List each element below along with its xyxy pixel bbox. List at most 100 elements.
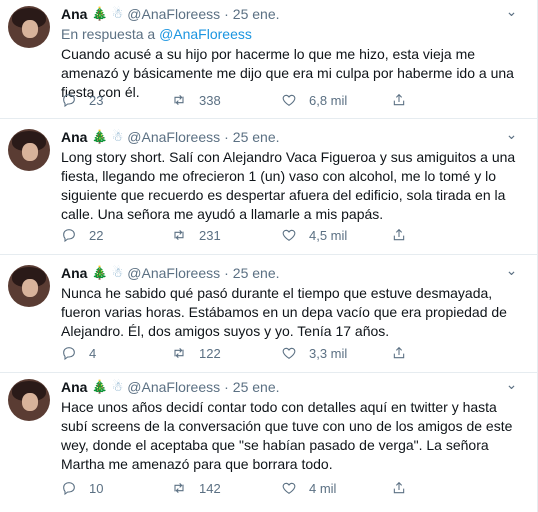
reply-count: 23 [89,92,104,108]
like-count: 6,8 mil [309,92,348,108]
reply-button[interactable]: 23 [61,92,171,108]
retweet-count: 122 [199,345,221,361]
tweet-body: Ana 🎄 ☃ @AnaFloreess · 25 ene. Hace unos… [61,378,522,474]
tweet-date[interactable]: 25 ene. [233,5,280,23]
snowman-icon: ☃ [111,265,124,280]
separator-dot: · [224,379,229,395]
tweet-actions: 22 231 4,5 mil [61,225,407,245]
more-options-icon[interactable]: ⌄ [502,377,522,391]
tweet-date[interactable]: 25 ene. [233,378,280,396]
display-name[interactable]: Ana [61,128,87,146]
retweet-count: 142 [199,480,221,496]
display-name[interactable]: Ana [61,264,87,282]
tweet[interactable]: Ana 🎄 ☃ @AnaFloreess · 25 ene. Hace unos… [0,373,538,512]
christmas-tree-icon: 🎄 [91,265,108,280]
separator-dot: · [224,265,229,281]
reply-button[interactable]: 10 [61,480,171,496]
reply-context: En respuesta a @AnaFloreess [61,25,522,43]
more-options-icon[interactable]: ⌄ [502,127,522,141]
tweet-text: Long story short. Salí con Alejandro Vac… [61,149,516,222]
retweet-icon [174,482,184,494]
avatar[interactable] [8,6,50,48]
divider [0,118,538,119]
more-options-icon[interactable]: ⌄ [502,4,522,18]
heart-icon [282,94,296,106]
retweet-icon [174,347,184,359]
divider [0,254,538,255]
retweet-button[interactable]: 142 [171,480,281,496]
tweet-header: Ana 🎄 ☃ @AnaFloreess · 25 ene. [61,264,522,282]
reply-count: 22 [89,227,104,243]
more-options-icon[interactable]: ⌄ [502,263,522,277]
tweet-body: Ana 🎄 ☃ @AnaFloreess · 25 ene. En respue… [61,5,522,102]
user-handle[interactable]: @AnaFloreess [127,264,220,282]
share-button[interactable] [391,345,407,361]
like-count: 4,5 mil [309,227,348,243]
share-icon [393,346,405,359]
tweet-actions: 10 142 4 mil [61,478,407,498]
share-icon [393,228,405,241]
like-button[interactable]: 6,8 mil [281,92,391,108]
like-button[interactable]: 3,3 mil [281,345,391,361]
share-button[interactable] [391,227,407,243]
like-count: 3,3 mil [309,345,348,361]
heart-icon [282,482,296,494]
reply-mention-link[interactable]: @AnaFloreess [159,26,252,42]
tweet-body: Ana 🎄 ☃ @AnaFloreess · 25 ene. Nunca he … [61,264,522,341]
share-icon [393,481,405,494]
tweet-text: Nunca he sabido qué pasó durante el tiem… [61,285,507,339]
tweet-date[interactable]: 25 ene. [233,264,280,282]
snowman-icon: ☃ [111,129,124,144]
christmas-tree-icon: 🎄 [91,129,108,144]
heart-icon [282,229,296,241]
tweet-date[interactable]: 25 ene. [233,128,280,146]
reply-count: 4 [89,345,97,361]
retweet-count: 231 [199,227,221,243]
christmas-tree-icon: 🎄 [91,379,108,394]
separator-dot: · [224,6,229,22]
display-name[interactable]: Ana [61,378,87,396]
snowman-icon: ☃ [111,379,124,394]
avatar[interactable] [8,265,50,307]
like-button[interactable]: 4,5 mil [281,227,391,243]
retweet-icon [174,94,184,106]
retweet-count: 338 [199,92,221,108]
tweet[interactable]: Ana 🎄 ☃ @AnaFloreess · 25 ene. En respue… [0,0,538,118]
share-button[interactable] [391,480,407,496]
christmas-tree-icon: 🎄 [91,6,108,21]
tweet-header: Ana 🎄 ☃ @AnaFloreess · 25 ene. [61,378,522,396]
separator-dot: · [224,129,229,145]
reply-count: 10 [89,480,104,496]
like-button[interactable]: 4 mil [281,480,391,496]
share-icon [393,93,405,106]
tweet-actions: 23 338 6,8 mil [61,90,407,110]
heart-icon [282,347,296,359]
avatar[interactable] [8,379,50,421]
reply-icon [63,347,75,361]
tweet[interactable]: Ana 🎄 ☃ @AnaFloreess · 25 ene. Long stor… [0,123,538,250]
tweet-actions: 4 122 3,3 mil [61,343,407,363]
tweet-header: Ana 🎄 ☃ @AnaFloreess · 25 ene. [61,5,522,23]
user-handle[interactable]: @AnaFloreess [127,5,220,23]
snowman-icon: ☃ [111,6,124,21]
tweet-text: Hace unos años decidí contar todo con de… [61,399,513,472]
reply-icon [63,229,75,243]
user-handle[interactable]: @AnaFloreess [127,128,220,146]
tweet-thread: Ana 🎄 ☃ @AnaFloreess · 25 ene. En respue… [0,0,538,512]
retweet-button[interactable]: 231 [171,227,281,243]
reply-icon [63,94,75,108]
display-name[interactable]: Ana [61,5,87,23]
tweet[interactable]: Ana 🎄 ☃ @AnaFloreess · 25 ene. Nunca he … [0,259,538,371]
tweet-header: Ana 🎄 ☃ @AnaFloreess · 25 ene. [61,128,522,146]
like-count: 4 mil [309,480,337,496]
retweet-button[interactable]: 122 [171,345,281,361]
share-button[interactable] [391,92,407,108]
avatar[interactable] [8,129,50,171]
retweet-icon [174,229,184,241]
retweet-button[interactable]: 338 [171,92,281,108]
reply-icon [63,482,75,496]
reply-button[interactable]: 4 [61,345,171,361]
reply-button[interactable]: 22 [61,227,171,243]
user-handle[interactable]: @AnaFloreess [127,378,220,396]
reply-prefix: En respuesta a [61,26,156,42]
